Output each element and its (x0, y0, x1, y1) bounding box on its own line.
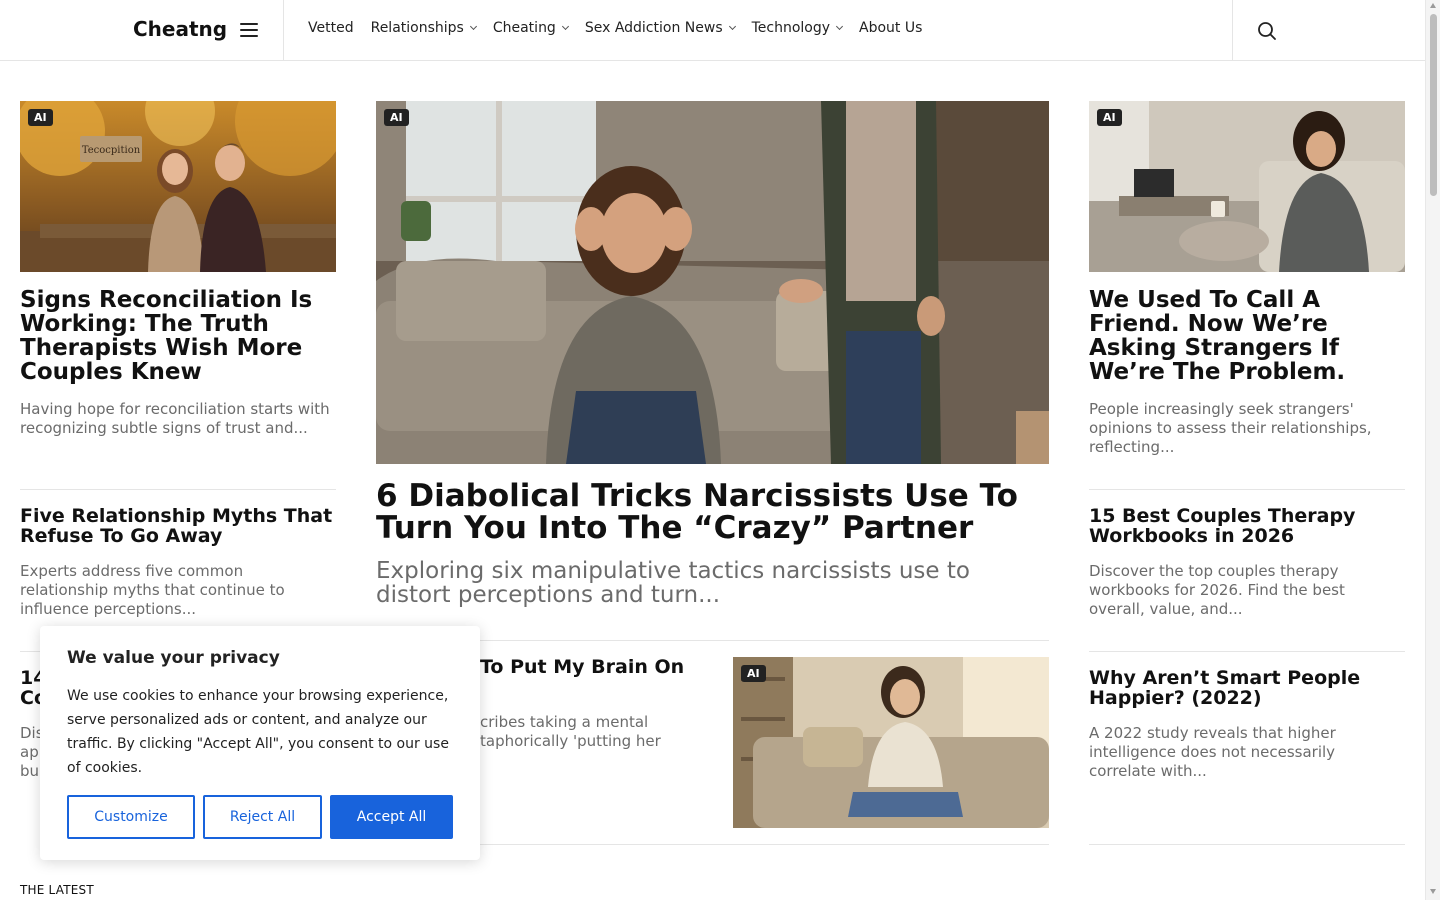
scrollbar-thumb[interactable] (1430, 14, 1437, 196)
featured-article-image[interactable]: AI (376, 101, 1049, 464)
article-image-reconciliation[interactable]: Tecocpition AI (20, 101, 336, 272)
ai-badge: AI (384, 109, 409, 126)
accept-all-button[interactable]: Accept All (330, 795, 453, 839)
article-title-partial[interactable]: To Put My Brain On (480, 657, 720, 677)
article-excerpt-partial: cribes taking a mental taphorically 'putt… (480, 713, 661, 750)
page-scrollbar[interactable] (1425, 0, 1440, 900)
chevron-down-icon (469, 22, 477, 31)
featured-article-title[interactable]: 6 Diabolical Tricks Narcissists Use To T… (376, 480, 1056, 544)
cookie-text: We use cookies to enhance your browsing … (67, 688, 449, 776)
customize-button[interactable]: Customize (67, 795, 195, 839)
article-title[interactable]: Five Relationship Myths That Refuse To G… (20, 506, 340, 546)
nav-item-sex-addiction-news[interactable]: Sex Addiction News (585, 20, 736, 36)
article-excerpt: Discover the top couples therapy workboo… (1089, 562, 1345, 618)
article-image-strangers[interactable]: AI (1089, 101, 1405, 272)
article-title[interactable]: Why Aren’t Smart People Happier? (2022) (1089, 668, 1405, 708)
image-sign-text: Tecocpition (82, 145, 141, 156)
chevron-down-icon (728, 22, 736, 31)
nav-item-vetted[interactable]: Vetted (308, 20, 354, 36)
site-header: Cheatng Vetted Relationships Cheating Se… (0, 0, 1425, 61)
search-icon[interactable] (1257, 21, 1277, 41)
section-label-latest: THE LATEST (20, 883, 94, 897)
ai-badge: AI (1097, 109, 1122, 126)
divider (1089, 489, 1405, 490)
chevron-down-icon (835, 22, 844, 31)
divider (1089, 844, 1405, 845)
article-excerpt: Having hope for reconciliation starts wi… (20, 400, 330, 437)
header-divider (283, 0, 284, 61)
article-title[interactable]: We Used To Call A Friend. Now We’re Aski… (1089, 288, 1405, 384)
cookie-consent-banner: We value your privacy We use cookies to … (40, 626, 480, 860)
divider (1089, 651, 1405, 652)
article-title[interactable]: 15 Best Couples Therapy Workbooks in 202… (1089, 506, 1405, 546)
ai-badge: AI (741, 665, 766, 682)
site-logo[interactable]: Cheatng (133, 17, 227, 41)
ai-badge: AI (28, 109, 53, 126)
article-title[interactable]: Signs Reconciliation Is Working: The Tru… (20, 288, 330, 384)
article-image-brain[interactable]: AI (733, 657, 1049, 828)
divider (20, 489, 336, 490)
article-excerpt: People increasingly seek strangers' opin… (1089, 400, 1372, 456)
nav-item-relationships[interactable]: Relationships (371, 20, 477, 36)
nav-item-cheating[interactable]: Cheating (493, 20, 569, 36)
scroll-up-arrow-icon[interactable] (1430, 3, 1436, 8)
nav-item-technology[interactable]: Technology (752, 20, 844, 36)
main-nav: Vetted Relationships Cheating Sex Addict… (308, 20, 939, 36)
reject-all-button[interactable]: Reject All (203, 795, 322, 839)
hamburger-icon[interactable] (240, 23, 258, 37)
nav-item-about-us[interactable]: About Us (859, 20, 922, 36)
article-excerpt: A 2022 study reveals that higher intelli… (1089, 724, 1336, 780)
cookie-title: We value your privacy (67, 648, 280, 668)
scroll-down-arrow-icon[interactable] (1430, 889, 1436, 894)
chevron-down-icon (561, 22, 569, 31)
article-excerpt: Experts address five common relationship… (20, 562, 285, 618)
featured-article-excerpt: Exploring six manipulative tactics narci… (376, 558, 970, 608)
header-divider (1232, 0, 1233, 61)
